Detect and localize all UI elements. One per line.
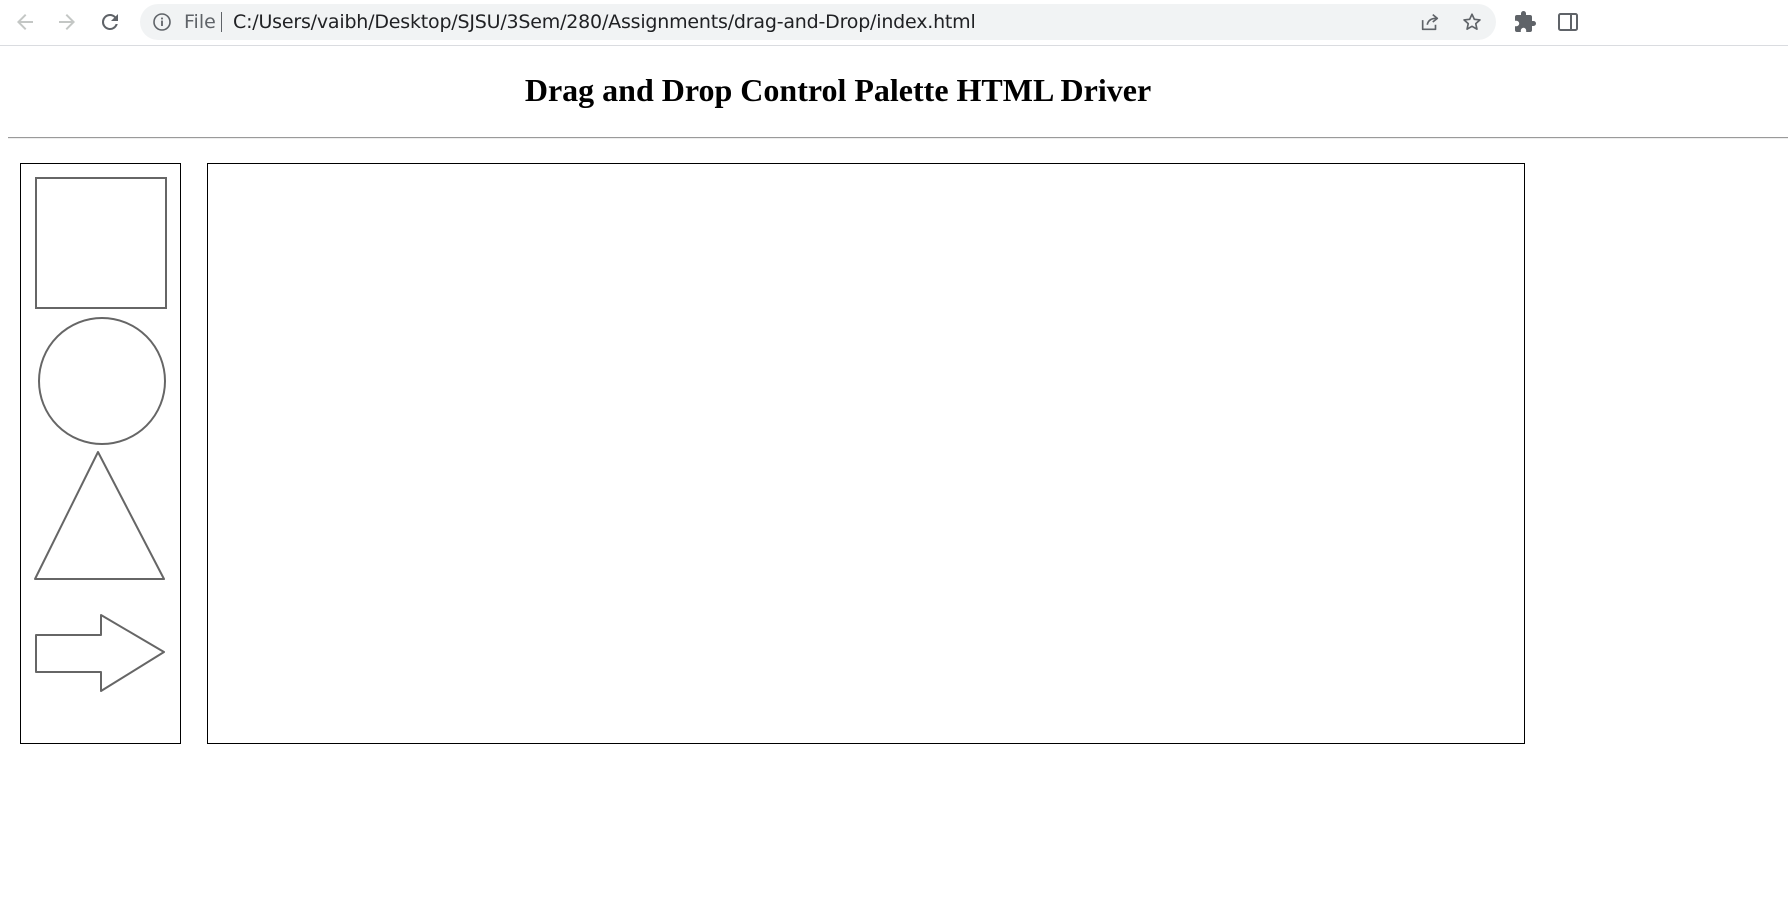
extensions-icon xyxy=(1515,11,1536,32)
reload-button[interactable] xyxy=(94,6,126,38)
star-icon xyxy=(1463,13,1481,30)
site-info-label: File xyxy=(184,11,216,33)
extensions-button[interactable] xyxy=(1509,6,1541,38)
drop-canvas[interactable] xyxy=(207,163,1525,744)
page-title: Drag and Drop Control Palette HTML Drive… xyxy=(524,72,1152,108)
horizontal-divider xyxy=(8,137,1788,139)
forward-button[interactable] xyxy=(51,6,83,38)
info-icon xyxy=(153,13,171,31)
site-info-button[interactable]: File xyxy=(152,10,216,34)
circle-shape[interactable] xyxy=(38,317,166,445)
address-bar[interactable]: File C:/Users/vaibh/Desktop/SJSU/3Sem/28… xyxy=(140,4,1496,40)
browser-toolbar: File C:/Users/vaibh/Desktop/SJSU/3Sem/28… xyxy=(0,0,1788,46)
back-button[interactable] xyxy=(9,6,41,38)
reload-icon xyxy=(101,13,118,30)
bookmark-button[interactable] xyxy=(1460,10,1484,34)
side-panel-icon xyxy=(1558,13,1578,31)
share-icon xyxy=(1421,14,1439,31)
shape-palette xyxy=(20,163,181,744)
triangle-shape[interactable] xyxy=(34,451,165,580)
side-panel-button[interactable] xyxy=(1552,6,1584,38)
back-arrow-icon xyxy=(17,14,33,30)
url-text[interactable]: C:/Users/vaibh/Desktop/SJSU/3Sem/280/Ass… xyxy=(233,10,976,34)
square-shape[interactable] xyxy=(35,177,167,309)
share-button[interactable] xyxy=(1418,10,1442,34)
omnibox-divider xyxy=(221,12,222,32)
arrow-shape[interactable] xyxy=(35,614,165,692)
forward-arrow-icon xyxy=(59,14,75,30)
